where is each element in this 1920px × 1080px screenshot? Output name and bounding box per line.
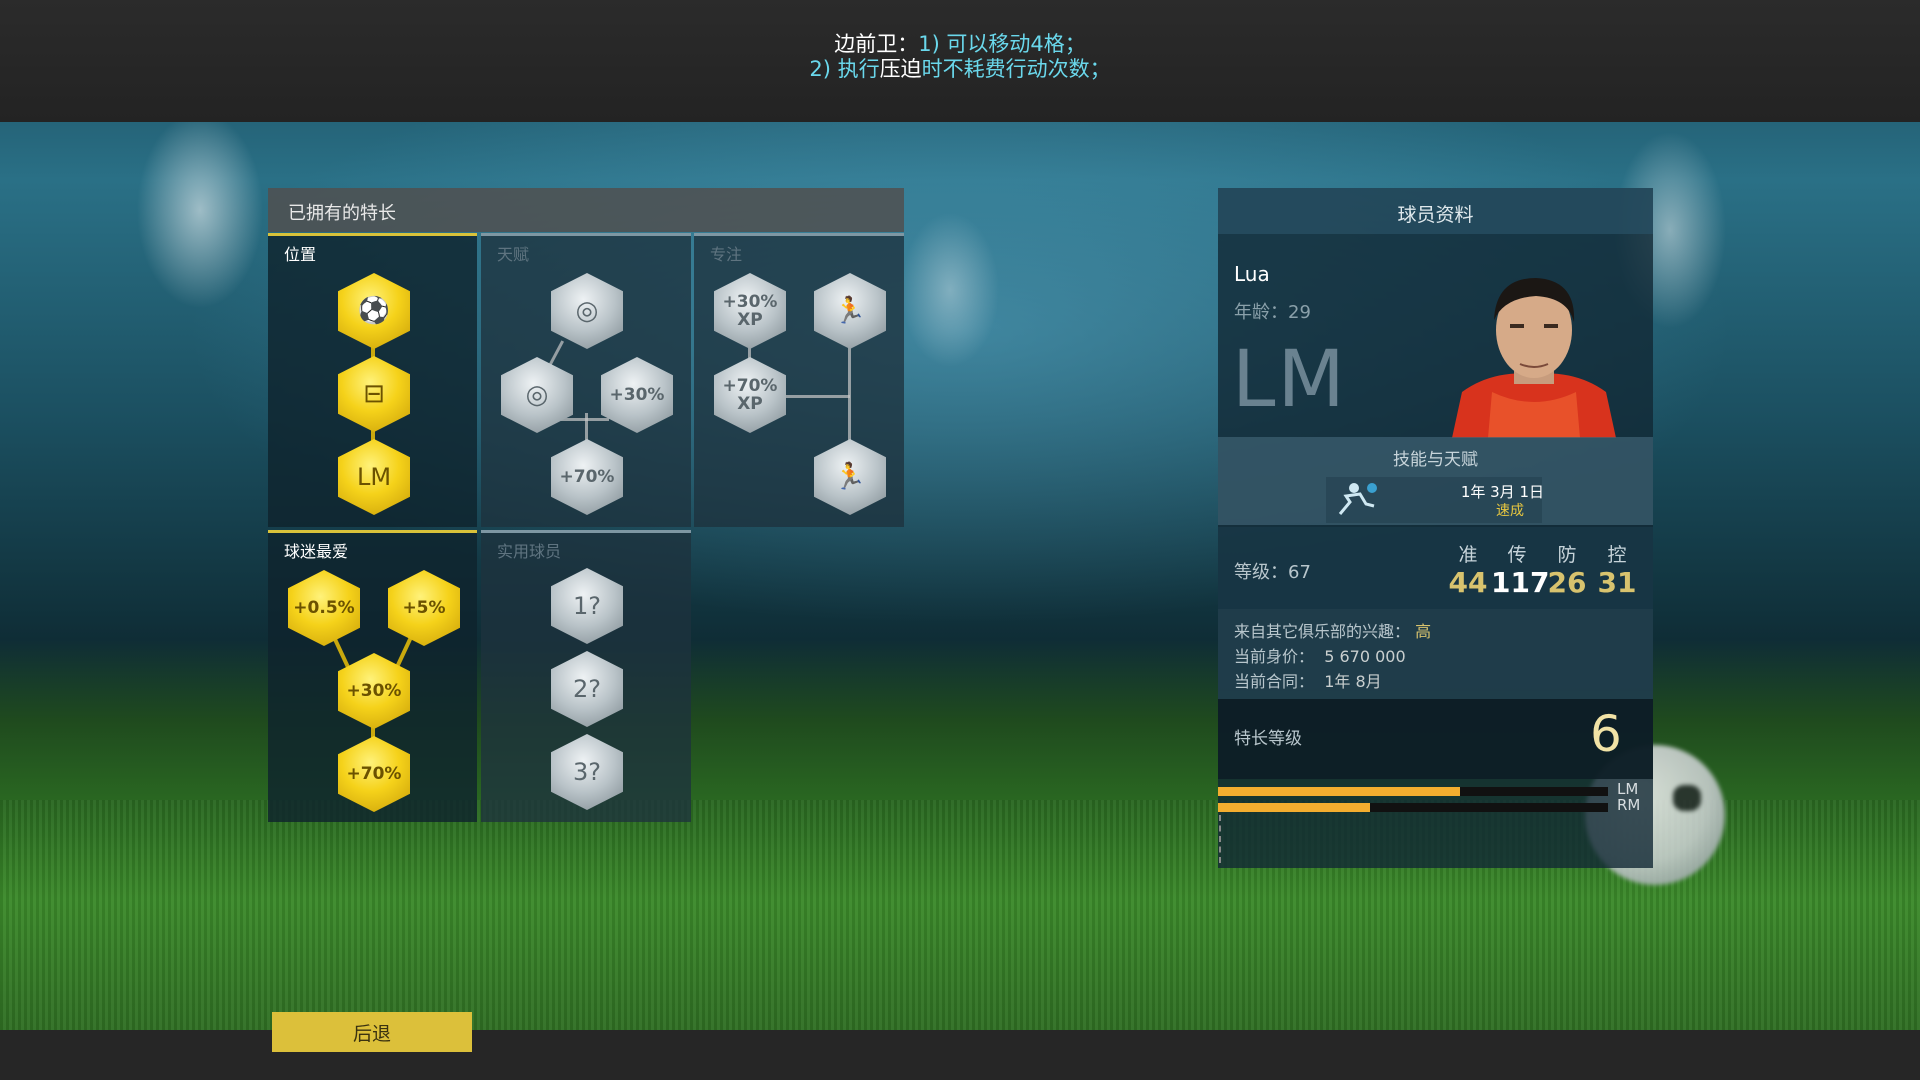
player-name: Lua bbox=[1234, 262, 1270, 286]
progress-bar-lm bbox=[1218, 787, 1608, 796]
market-value: 当前身价： 5 670 000 bbox=[1234, 647, 1406, 666]
specialty-level-label: 特长等级 bbox=[1234, 729, 1302, 749]
group-title: 球迷最爱 bbox=[284, 542, 349, 561]
group-focus: 专注 +30% XP 🏃 +70% XP 🏃 bbox=[694, 233, 904, 527]
group-title: 专注 bbox=[710, 245, 743, 264]
mystery-2-icon[interactable]: 2? bbox=[551, 651, 623, 727]
progress-marker bbox=[1219, 815, 1221, 863]
group-fan-favorite: 球迷最爱 +0.5% +5% +30% +70% bbox=[268, 530, 477, 822]
sprint-skill-icon bbox=[1330, 480, 1378, 520]
progress-bar-rm bbox=[1218, 803, 1608, 812]
specialty-level-value: 6 bbox=[1590, 705, 1622, 763]
player-panel-title: 球员资料 bbox=[1397, 204, 1474, 226]
manager-icon[interactable]: +5% bbox=[388, 570, 460, 646]
group-underline bbox=[268, 233, 477, 236]
group-position: 位置 ⚽ ⊟ LM bbox=[268, 233, 477, 527]
group-title: 天赋 bbox=[497, 245, 530, 264]
group-underline bbox=[694, 233, 904, 236]
boot-30-icon[interactable]: +30% bbox=[601, 357, 673, 433]
stat-label-accuracy: 准 bbox=[1458, 544, 1478, 566]
stat-value-passing: 117 bbox=[1491, 566, 1550, 599]
stat-label-passing: 传 bbox=[1507, 544, 1527, 566]
group-underline bbox=[481, 530, 691, 533]
hint-role: 边前卫： bbox=[834, 32, 919, 56]
connector bbox=[561, 418, 609, 421]
progress-fill bbox=[1218, 803, 1371, 812]
xp-30-icon[interactable]: +30% XP bbox=[714, 273, 786, 349]
position-lm-badge[interactable]: LM bbox=[338, 439, 410, 515]
progress-label-rm: RM bbox=[1617, 796, 1641, 814]
hint-line-1: 边前卫：1) 可以移动4格； bbox=[0, 31, 1920, 57]
club-interest: 来自其它俱乐部的兴趣： 高 bbox=[1234, 622, 1432, 641]
specialties-panel-title: 已拥有的特长 bbox=[288, 203, 396, 224]
player-position: LM bbox=[1232, 335, 1347, 425]
mystery-1-icon[interactable]: 1? bbox=[551, 568, 623, 644]
boot-70-icon[interactable]: +70% bbox=[551, 439, 623, 515]
group-talent: 天赋 ◎ ◎ +30% +70% bbox=[481, 233, 691, 527]
ball-3-icon[interactable]: ◎ bbox=[501, 357, 573, 433]
player-panel-header: 球员资料 bbox=[1218, 188, 1653, 234]
stat-label-control: 控 bbox=[1607, 544, 1627, 566]
hint-rule-2b: 时不耗费行动次数； bbox=[921, 57, 1111, 81]
player-level: 等级：67 bbox=[1234, 562, 1311, 583]
skill-date: 1年 3月 1日 bbox=[1460, 483, 1544, 501]
stat-value-defense: 26 bbox=[1547, 566, 1587, 599]
group-title: 位置 bbox=[284, 245, 317, 264]
stat-value-accuracy: 44 bbox=[1448, 566, 1488, 599]
group-underline bbox=[481, 233, 691, 236]
hint-press: 压迫 bbox=[879, 57, 922, 81]
hint-rule-2a: 2) 执行 bbox=[809, 57, 880, 81]
stat-label-defense: 防 bbox=[1557, 544, 1577, 566]
group-underline bbox=[268, 530, 477, 533]
back-button[interactable]: 后退 bbox=[272, 1012, 472, 1052]
soccer-ball-icon[interactable]: ⚽ bbox=[338, 273, 410, 349]
skill-name: 速成 bbox=[1496, 503, 1524, 519]
kick-2-icon[interactable]: 🏃 bbox=[814, 273, 886, 349]
xp-70-icon[interactable]: +70% XP bbox=[714, 357, 786, 433]
stat-value-control: 31 bbox=[1597, 566, 1637, 599]
contract: 当前合同： 1年 8月 bbox=[1234, 672, 1382, 691]
hint-rule-1: 1) 可以移动4格； bbox=[918, 32, 1086, 56]
group-title: 实用球员 bbox=[497, 542, 562, 561]
pitch-icon[interactable]: ⊟ bbox=[338, 356, 410, 432]
money-stack-icon[interactable]: +70% bbox=[338, 736, 410, 812]
progress-fill bbox=[1218, 787, 1460, 796]
player-portrait bbox=[1452, 272, 1616, 438]
specialties-panel-header: 已拥有的特长 bbox=[268, 188, 904, 232]
group-practical: 实用球员 1? 2? 3? bbox=[481, 530, 691, 822]
hint-line-2: 2) 执行压迫时不耗费行动次数； bbox=[0, 56, 1920, 82]
skills-title: 技能与天赋 bbox=[1393, 450, 1478, 470]
player-age: 年龄：29 bbox=[1234, 302, 1311, 323]
ball-2-icon[interactable]: ◎ bbox=[551, 273, 623, 349]
mystery-3-icon[interactable]: 3? bbox=[551, 734, 623, 810]
kick-3-icon[interactable]: 🏃 bbox=[814, 439, 886, 515]
fans-icon[interactable]: +0.5% bbox=[288, 570, 360, 646]
